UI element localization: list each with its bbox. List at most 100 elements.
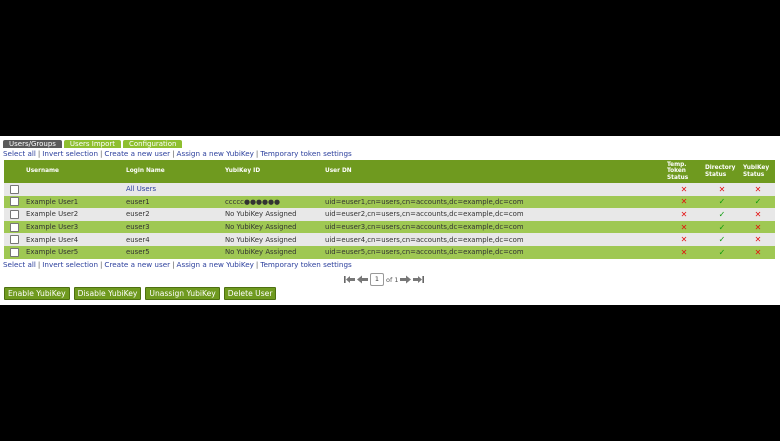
login-cell: euser4 <box>124 233 223 246</box>
login-cell: euser3 <box>124 220 223 234</box>
action-bar: Enable YubiKey Disable YubiKey Unassign … <box>4 287 277 300</box>
link-bar-bottom: Select all | Invert selection | Create a new… <box>3 260 352 269</box>
temporary-token-settings-link[interactable]: Temporary token settings <box>260 260 351 269</box>
dn-cell: uid=euser3,cn=users,cn=accounts,dc=examp… <box>323 220 665 234</box>
x-icon: ✕ <box>680 209 688 219</box>
check-icon: ✓ <box>754 197 762 207</box>
user-management-panel: Users/Groups Users Import Configuration … <box>0 136 780 305</box>
row-checkbox[interactable] <box>4 183 24 196</box>
yubikey-status-column-header[interactable]: YubiKey Status <box>741 160 775 183</box>
x-icon: ✕ <box>754 235 762 245</box>
last-page-icon[interactable] <box>413 275 425 284</box>
all-users-link[interactable]: All Users <box>126 185 156 193</box>
x-icon: ✕ <box>680 222 688 232</box>
table-row[interactable]: Example User5 euser5 No YubiKey Assigned… <box>4 245 775 259</box>
select-all-link[interactable]: Select all <box>3 149 36 158</box>
yubikey-status-cell: ✕ <box>741 233 775 246</box>
previous-page-icon[interactable] <box>357 275 368 284</box>
first-page-icon[interactable] <box>344 275 355 284</box>
login-cell: euser2 <box>124 208 223 221</box>
create-user-link[interactable]: Create a new user <box>104 260 170 269</box>
users-table: Username Login Name YubiKey ID User DN T… <box>4 160 775 259</box>
table-row[interactable]: Example User1 euser1 ccccc●●●●●● uid=eus… <box>4 195 775 209</box>
x-icon: ✕ <box>754 184 762 194</box>
directory-status-column-header[interactable]: Directory Status <box>703 160 741 183</box>
x-icon: ✕ <box>680 235 688 245</box>
invert-selection-link[interactable]: Invert selection <box>42 260 98 269</box>
x-icon: ✕ <box>680 184 688 194</box>
dn-cell: uid=euser2,cn=users,cn=accounts,dc=examp… <box>323 208 665 221</box>
username-cell: Example User3 <box>24 220 124 234</box>
disable-yubikey-button[interactable]: Disable YubiKey <box>73 287 142 300</box>
temp-status-cell: ✕ <box>665 183 703 196</box>
yubikey-cell: ccccc●●●●●● <box>223 195 323 209</box>
create-user-link[interactable]: Create a new user <box>104 149 170 158</box>
pagination: 1 of 1 <box>344 273 425 286</box>
username-cell: Example User5 <box>24 245 124 259</box>
check-icon: ✓ <box>718 222 726 232</box>
table-row[interactable]: Example User3 euser3 No YubiKey Assigned… <box>4 220 775 234</box>
yubikey-column-header[interactable]: YubiKey ID <box>223 160 323 183</box>
yubikey-status-cell: ✕ <box>741 220 775 234</box>
yubikey-status-cell: ✕ <box>741 183 775 196</box>
login-cell: euser5 <box>124 245 223 259</box>
temp-status-cell: ✕ <box>665 220 703 234</box>
login-cell[interactable]: All Users <box>124 183 223 196</box>
table-row[interactable]: Example User4 euser4 No YubiKey Assigned… <box>4 233 775 246</box>
dn-cell: uid=euser5,cn=users,cn=accounts,dc=examp… <box>323 245 665 259</box>
x-icon: ✕ <box>680 197 688 207</box>
assign-yubikey-link[interactable]: Assign a new YubiKey <box>177 149 254 158</box>
dn-cell: uid=euser4,cn=users,cn=accounts,dc=examp… <box>323 233 665 246</box>
tab-users-import[interactable]: Users Import <box>63 140 121 148</box>
x-icon: ✕ <box>754 209 762 219</box>
tab-bar: Users/Groups Users Import Configuration <box>3 140 183 148</box>
page-number-input[interactable]: 1 <box>370 273 384 286</box>
row-checkbox[interactable] <box>4 245 24 259</box>
yubikey-status-cell: ✕ <box>741 245 775 259</box>
invert-selection-link[interactable]: Invert selection <box>42 149 98 158</box>
dn-column-header[interactable]: User DN <box>323 160 665 183</box>
row-checkbox[interactable] <box>4 208 24 221</box>
tab-users-groups[interactable]: Users/Groups <box>3 140 62 148</box>
temp-status-cell: ✕ <box>665 208 703 221</box>
table-row[interactable]: Example User2 euser2 No YubiKey Assigned… <box>4 208 775 221</box>
x-icon: ✕ <box>754 222 762 232</box>
check-icon: ✓ <box>718 247 726 257</box>
directory-status-cell: ✕ <box>703 183 741 196</box>
dn-cell <box>323 183 665 196</box>
directory-status-cell: ✓ <box>703 195 741 209</box>
table-header-row: Username Login Name YubiKey ID User DN T… <box>4 160 775 183</box>
login-column-header[interactable]: Login Name <box>124 160 223 183</box>
directory-status-cell: ✓ <box>703 233 741 246</box>
temp-status-cell: ✕ <box>665 233 703 246</box>
row-checkbox[interactable] <box>4 233 24 246</box>
dn-cell: uid=euser1,cn=users,cn=accounts,dc=examp… <box>323 195 665 209</box>
yubikey-status-cell: ✓ <box>741 195 775 209</box>
check-icon: ✓ <box>718 197 726 207</box>
yubikey-cell: No YubiKey Assigned <box>223 245 323 259</box>
yubikey-cell <box>223 183 323 196</box>
enable-yubikey-button[interactable]: Enable YubiKey <box>4 287 70 300</box>
table-row-all-users[interactable]: All Users ✕ ✕ ✕ <box>4 183 775 196</box>
username-cell <box>24 183 124 196</box>
unassign-yubikey-button[interactable]: Unassign YubiKey <box>145 287 220 300</box>
temp-status-cell: ✕ <box>665 245 703 259</box>
temporary-token-settings-link[interactable]: Temporary token settings <box>260 149 351 158</box>
yubikey-cell: No YubiKey Assigned <box>223 233 323 246</box>
check-icon: ✓ <box>718 235 726 245</box>
select-column-header <box>4 160 24 183</box>
row-checkbox[interactable] <box>4 195 24 209</box>
assign-yubikey-link[interactable]: Assign a new YubiKey <box>177 260 254 269</box>
select-all-link[interactable]: Select all <box>3 260 36 269</box>
row-checkbox[interactable] <box>4 220 24 234</box>
login-cell: euser1 <box>124 195 223 209</box>
next-page-icon[interactable] <box>400 275 412 284</box>
delete-user-button[interactable]: Delete User <box>223 287 277 300</box>
directory-status-cell: ✓ <box>703 220 741 234</box>
temp-token-column-header[interactable]: Temp. Token Status <box>665 160 703 183</box>
page-count-label: of 1 <box>386 275 399 284</box>
tab-configuration[interactable]: Configuration <box>122 140 183 148</box>
username-column-header[interactable]: Username <box>24 160 124 183</box>
directory-status-cell: ✓ <box>703 208 741 221</box>
yubikey-status-cell: ✕ <box>741 208 775 221</box>
